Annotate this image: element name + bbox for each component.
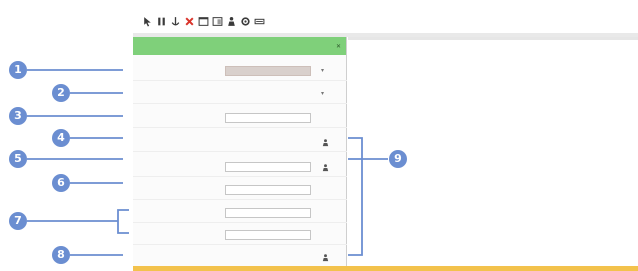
figure-icon [322,163,328,171]
toolbar [133,10,638,32]
bind-button[interactable] [318,161,332,173]
callout-badge-5: 5 [9,150,27,168]
chevron-down-icon[interactable]: ▾ [321,67,324,74]
property-row-2: ▾ [133,84,347,104]
callout-badge-6: 6 [52,174,70,192]
callout-badge-7: 7 [9,212,27,230]
callout-badge-4: 4 [52,129,70,147]
property-row-5 [133,157,347,177]
settings-icon[interactable] [239,14,251,28]
callout-badge-1: 1 [9,61,27,79]
callout-badge-9: 9 [389,150,407,168]
callout-badge-8: 8 [52,246,70,264]
property-value [225,137,311,147]
property-spin-field[interactable] [225,230,311,240]
window-title [133,0,638,9]
close-x-icon[interactable] [183,14,195,28]
property-row-4 [133,132,347,152]
bind-button[interactable] [318,136,332,148]
cursor-icon[interactable] [141,14,153,28]
property-row-1: ▾ [133,61,347,81]
edit-icon[interactable] [253,14,265,28]
pause-icon[interactable] [155,14,167,28]
property-value [225,252,311,262]
anchor-icon[interactable] [169,14,181,28]
property-row-7 [133,203,347,223]
figure-icon[interactable] [225,14,237,28]
callout-badge-3: 3 [9,107,27,125]
screenshot-root: ✕ ▾ ▾ 1 2 3 4 5 6 7 8 9 [0,0,638,271]
property-row-8 [133,225,347,245]
panel-header: ✕ [133,37,346,55]
application-window: ✕ ▾ ▾ [133,0,638,271]
property-dropdown[interactable] [225,66,311,76]
callout-badge-2: 2 [52,84,70,102]
property-spin-field[interactable] [225,208,311,218]
canvas-ruler [348,37,638,40]
figure-icon [322,138,328,146]
panel-close-icon[interactable]: ✕ [335,43,342,50]
settings-panel: ✕ ▾ ▾ [133,37,347,267]
property-row-6 [133,180,347,200]
figure-icon [322,253,328,261]
property-dropdown[interactable] [225,89,311,99]
property-row-3 [133,108,347,128]
property-spin-field[interactable] [225,113,311,123]
status-bar [133,266,638,271]
chevron-down-icon[interactable]: ▾ [321,90,324,97]
bind-button[interactable] [318,251,332,263]
property-spin-field[interactable] [225,162,311,172]
window-icon[interactable] [211,14,223,28]
property-row-9 [133,247,347,267]
window-icon[interactable] [197,14,209,28]
property-spin-field[interactable] [225,185,311,195]
